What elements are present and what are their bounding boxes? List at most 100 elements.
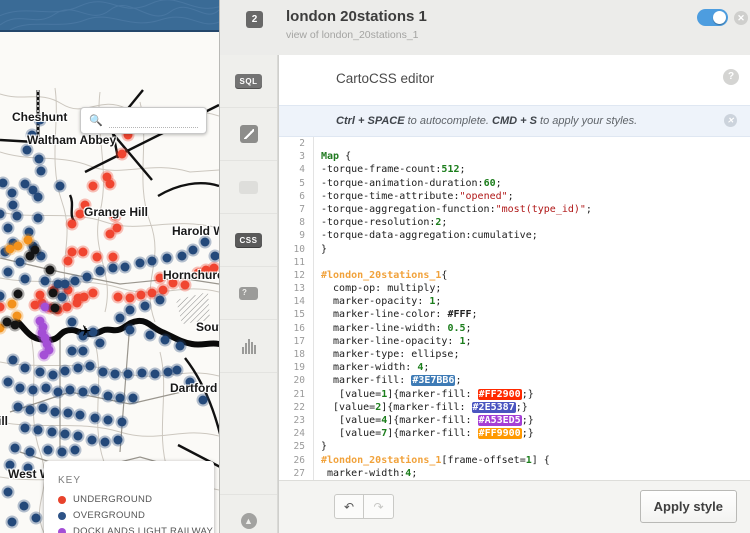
color-swatch-token: #A53ED5 [478, 415, 522, 426]
hint-shortcut-2: CMD + S [492, 115, 537, 127]
code-editor[interactable]: 23Map {4-torque-frame-count:512;5-torque… [279, 137, 750, 480]
line-number: 10 [279, 243, 313, 256]
code-line[interactable]: 26#london_20stations_1[frame-offset=1] { [279, 454, 750, 467]
station-dot-navy [66, 386, 75, 395]
code-line[interactable]: 22 [value=2]{marker-fill: #2E5387;} [279, 401, 750, 414]
code-line[interactable]: 17 marker-line-opacity: 1; [279, 335, 750, 348]
station-dot-navy [21, 364, 30, 373]
legend-item-label: DOCKLANDS LIGHT RAILWAY [73, 526, 213, 533]
station-dot-orange [14, 242, 23, 251]
code-token: [value= [321, 428, 381, 439]
help-icon[interactable]: ? [723, 69, 739, 85]
code-line[interactable]: 23 [value=4]{marker-fill: #A53ED5;} [279, 414, 750, 427]
layer-subtitle: view of london_20stations_1 [286, 29, 419, 41]
station-dot-navy [104, 416, 113, 425]
map-search-box[interactable]: 🔍 [80, 107, 207, 134]
station-dot-navy [20, 502, 29, 511]
apply-style-button[interactable]: Apply style [640, 490, 737, 523]
tab-infowindow[interactable] [220, 161, 277, 214]
map-view[interactable]: CheshuntWaltham AbbeyGrange HillHarold W… [0, 0, 219, 533]
station-dot-navy [36, 368, 45, 377]
station-dot-navy [178, 252, 187, 261]
code-line[interactable]: 24 [value=7]{marker-fill: #FF9900;} [279, 427, 750, 440]
tab-wizard[interactable] [220, 108, 277, 161]
tab-sql[interactable]: SQL [220, 55, 277, 108]
station-dot-navy [109, 264, 118, 273]
layer-title: london 20stations 1 [286, 8, 427, 25]
code-line[interactable]: 18 marker-type: ellipse; [279, 348, 750, 361]
station-dot-navy [96, 339, 105, 348]
code-line[interactable]: 20 marker-fill: #3E7BB6; [279, 374, 750, 387]
station-dot-navy [61, 367, 70, 376]
tab-filters[interactable] [220, 320, 277, 373]
code-token: marker-opacity: [321, 296, 429, 307]
map-place-label: Hornchurch [163, 268, 219, 282]
station-dot-red [89, 182, 98, 191]
code-line[interactable]: 3Map { [279, 150, 750, 163]
redo-button[interactable]: ↷ [364, 494, 394, 519]
tab-legend[interactable]: ? [220, 267, 277, 320]
code-line[interactable]: 2 [279, 137, 750, 150]
station-dot-navy [148, 257, 157, 266]
station-dot-navy [151, 370, 160, 379]
code-line[interactable]: 16 marker-line-width: 0.5; [279, 322, 750, 335]
code-token: ;} [522, 415, 534, 426]
station-dot-navy [26, 406, 35, 415]
code-line[interactable]: 21 [value=1]{marker-fill: #FF2900;} [279, 388, 750, 401]
station-dot-red [68, 248, 77, 257]
autocomplete-hint-bar: Ctrl + SPACE to autocomplete. CMD + S to… [279, 105, 750, 137]
code-line[interactable]: 13 comp-op: multiply; [279, 282, 750, 295]
code-token: ; [459, 164, 465, 175]
station-dot-navy [141, 302, 150, 311]
code-token: ]{marker-fill: [387, 415, 477, 426]
cartocss-editor-panel: CartoCSS editor ? Ctrl + SPACE to autoco… [278, 55, 750, 533]
code-token: ; [411, 468, 417, 479]
station-dot-navy [121, 263, 130, 272]
hint-close-icon[interactable]: ✕ [724, 114, 737, 127]
search-input[interactable] [109, 113, 198, 128]
map-place-label: ill [0, 414, 8, 428]
code-line[interactable]: 4-torque-frame-count:512; [279, 163, 750, 176]
pin-up-icon: ▲ [241, 513, 257, 529]
line-number: 23 [279, 414, 313, 427]
code-line[interactable]: 6-torque-time-attribute:"opened"; [279, 190, 750, 203]
map-place-label: Sout [196, 320, 219, 334]
map-place-label: Grange Hill [84, 205, 148, 219]
layer-visibility-toggle[interactable] [697, 9, 728, 26]
code-line[interactable]: 5-torque-animation-duration:60; [279, 177, 750, 190]
station-dot-navy [161, 336, 170, 345]
tab-export[interactable]: ▲ [220, 495, 277, 533]
panel-close-icon[interactable]: ✕ [734, 11, 748, 25]
code-line[interactable]: 7-torque-aggregation-function:"most(type… [279, 203, 750, 216]
code-line[interactable]: 12#london_20stations_1{ [279, 269, 750, 282]
legend-dot-icon [58, 512, 66, 520]
station-dot-navy [173, 366, 182, 375]
station-dot-navy [88, 436, 97, 445]
code-line[interactable]: 8-torque-resolution:2; [279, 216, 750, 229]
code-line[interactable]: 27 marker-width:4; [279, 467, 750, 480]
station-dot-navy [51, 408, 60, 417]
code-token: -torque-resolution: [321, 217, 435, 228]
station-dot-navy [9, 201, 18, 210]
tab-css[interactable]: CSS [220, 214, 277, 267]
undo-button[interactable]: ↶ [334, 494, 364, 519]
code-line[interactable]: 25} [279, 440, 750, 453]
code-token: -torque-animation-duration: [321, 178, 484, 189]
map-place-label: Dartford [170, 381, 217, 395]
station-dot-red [68, 220, 77, 229]
line-number: 18 [279, 348, 313, 361]
code-line[interactable]: 9-torque-data-aggregation:cumulative; [279, 229, 750, 242]
code-line[interactable]: 19 marker-width: 4; [279, 361, 750, 374]
line-number: 3 [279, 150, 313, 163]
station-dot-navy [74, 364, 83, 373]
station-dot-navy [129, 394, 138, 403]
code-line[interactable]: 14 marker-opacity: 1; [279, 295, 750, 308]
station-dot-navy [71, 446, 80, 455]
code-line[interactable]: 10} [279, 243, 750, 256]
code-line[interactable]: 15 marker-line-color: #FFF; [279, 308, 750, 321]
editor-sidebar: SQL CSS ? ▲ [220, 55, 278, 533]
line-number: 7 [279, 203, 313, 216]
station-dot-red [63, 303, 72, 312]
code-token: comp-op: multiply; [321, 283, 441, 294]
code-line[interactable]: 11 [279, 256, 750, 269]
